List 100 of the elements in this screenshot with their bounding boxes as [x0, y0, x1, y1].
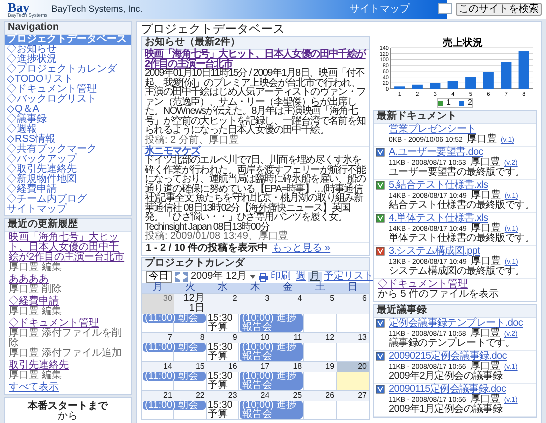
today-button[interactable]: 今日	[146, 271, 172, 283]
file-description: システム構成図の最終版です。	[389, 267, 526, 277]
file-link[interactable]: 20090215定例会議事録.doc	[389, 352, 534, 362]
caret-icon[interactable]	[250, 275, 256, 279]
view-tab[interactable]: 予定リスト	[322, 272, 376, 282]
day-number[interactable]: 4	[272, 294, 304, 314]
file-link[interactable]: 4.単体テスト仕様書.xls	[389, 214, 535, 224]
search-button[interactable]: このサイトを検索	[456, 3, 542, 16]
printer-icon[interactable]	[259, 272, 268, 282]
search-field[interactable]	[438, 3, 452, 14]
legend-label: 2	[468, 99, 472, 107]
event-bar[interactable]: (11:00) 朝会	[143, 401, 206, 410]
view-tab[interactable]: 月	[308, 272, 322, 282]
day-number[interactable]: 6	[336, 294, 369, 314]
file-link[interactable]: 3.システム構成図.ppt	[389, 247, 534, 257]
update-link[interactable]: ああああ	[9, 275, 127, 285]
day-number[interactable]: 2	[206, 294, 240, 314]
day-number[interactable]: 12月 1日	[174, 294, 207, 314]
sitemap-link[interactable]: サイトマップ	[350, 4, 410, 14]
day-number[interactable]: 16	[206, 362, 240, 372]
day-number[interactable]: 18	[272, 362, 304, 372]
show-all-link[interactable]: すべて表示	[9, 383, 127, 393]
day-number[interactable]: 10	[239, 333, 272, 343]
event-label[interactable]: 15:30 予算	[206, 343, 240, 361]
file-description: 議事録のテンプレートです。	[389, 339, 516, 349]
document-icon	[376, 352, 385, 361]
nav-link[interactable]: サイトマップ	[5, 205, 131, 215]
update-link[interactable]: 映画「海角七号」大ヒット、日本人女優の田中千絵が2作目の主演ー台北市	[9, 233, 127, 263]
day-number[interactable]: 26	[304, 391, 337, 401]
nav-link[interactable]: ◇プロジェクトカレンダ	[5, 65, 131, 75]
day-number[interactable]: 21	[142, 391, 174, 401]
nav-link[interactable]: ◇お知らせ	[5, 45, 131, 55]
countdown-text: から	[57, 412, 79, 422]
more-link[interactable]: もっと見る »	[272, 244, 331, 254]
nav-link[interactable]: ◇チーム内ブログ	[5, 195, 131, 205]
day-number[interactable]: 7	[142, 333, 174, 343]
nav-link[interactable]: ◇取引先連絡先	[5, 165, 131, 175]
today-cell[interactable]	[336, 372, 369, 390]
weekday-label: 日	[346, 283, 359, 293]
day-number[interactable]: 5	[304, 294, 337, 314]
update-link[interactable]: ◇ドキュメント管理	[9, 319, 127, 329]
event-bar[interactable]: (10:00) 進捗報告会	[240, 314, 304, 332]
previous-button[interactable]	[175, 272, 180, 282]
event-label[interactable]: 15:30 予算	[206, 401, 240, 419]
news-text: 2009年01月10日11時15分 / 2009年1月8日、映画「付不起、我愛[你]」のプレミア上映会が台北市で行われ、主演の田中千絵はじめ人気アーティストのヴァン・ファン（范逸臣）、サム・リー（李聖傑）らが出席した。NOWnewsが伝えた。8月年は主演映画「海角七号」が空前の大ヒットを記録し、一躍台湾で名前を知られるようになった日本人女優の田中千絵。	[145, 69, 366, 136]
file-link[interactable]: 5.結合テスト仕様書.xls	[389, 181, 535, 191]
day-number[interactable]: 23	[206, 391, 240, 401]
event-bar[interactable]: (10:00) 進捗報告会	[240, 372, 304, 390]
nav-link[interactable]: ◇経費申請	[5, 185, 131, 195]
day-number[interactable]: 19	[304, 362, 337, 372]
file-link[interactable]: A.ユーザー要望書.doc	[389, 148, 534, 158]
view-tab[interactable]: 週	[294, 272, 308, 282]
day-number[interactable]: 9	[206, 333, 240, 343]
event-bar[interactable]: (11:00) 朝会	[143, 372, 206, 381]
news-meta: 投稿: 2009/01/08 13:49、厚口豊	[145, 232, 290, 242]
day-number[interactable]: 15	[174, 362, 207, 372]
nav-link[interactable]: ◇議事録	[5, 115, 131, 125]
event-label[interactable]: 15:30 予算	[206, 314, 240, 332]
day-number[interactable]: 8	[174, 333, 207, 343]
nav-link[interactable]: ◇共有ブックマーク	[5, 145, 131, 155]
file-description: 結合テスト仕様書の最終版です。	[389, 201, 535, 211]
print-link[interactable]: 印刷	[271, 272, 292, 282]
day-number[interactable]: 17	[239, 362, 272, 372]
nav-link[interactable]: ◇RSS情報	[5, 135, 131, 145]
file-link[interactable]: 営業プレゼンシート	[389, 125, 534, 135]
logo-text: Bay	[8, 0, 30, 14]
nav-link[interactable]: ◇新規物件地図	[5, 175, 131, 185]
event-bar[interactable]: (10:00) 進捗報告会	[240, 343, 304, 361]
event-bar[interactable]: (11:00) 朝会	[143, 314, 206, 323]
document-manager-link[interactable]: ◇ドキュメント管理	[378, 280, 468, 290]
event-bar[interactable]: (10:00) 進捗報告会	[240, 401, 304, 419]
file-link[interactable]: 定例会議事録テンプレート.doc	[389, 319, 534, 329]
update-link[interactable]: ◇経費申請	[9, 297, 127, 307]
day-number[interactable]: 11	[272, 333, 304, 343]
event-bar[interactable]: (11:00) 朝会	[143, 343, 206, 352]
nav-link[interactable]: ◇Q＆A	[5, 105, 131, 115]
nav-link[interactable]: ◇進捗状況	[5, 55, 131, 65]
nav-link[interactable]: ◇ドキュメント管理	[5, 85, 131, 95]
nav-link[interactable]: プロジェクトデータベース	[5, 35, 131, 45]
file-author: 厚口豊	[466, 135, 497, 145]
next-button[interactable]	[183, 272, 188, 282]
news-title-link[interactable]: 映画「海角七号」大ヒット、日本人女優の田中千絵が2作目の主演ー台北市	[145, 50, 366, 69]
update-link[interactable]: 取引先連絡先	[9, 361, 127, 371]
day-number[interactable]: 14	[142, 362, 174, 372]
nav-link[interactable]: ◇バックログリスト	[5, 95, 131, 105]
day-number[interactable]: 22	[174, 391, 207, 401]
day-number[interactable]: 12	[304, 333, 337, 343]
nav-link[interactable]: ◇バックアップ	[5, 155, 131, 165]
day-number[interactable]: 3	[239, 294, 272, 314]
news-title-link[interactable]: 氷ニモマケズ	[145, 146, 366, 156]
day-number[interactable]: 25	[272, 391, 304, 401]
day-number[interactable]: 30	[142, 294, 174, 314]
day-number[interactable]: 20	[336, 362, 369, 372]
nav-link[interactable]: ◇TODOリスト	[5, 75, 131, 85]
day-number[interactable]: 24	[239, 391, 272, 401]
day-number[interactable]: 13	[336, 333, 369, 343]
event-label[interactable]: 15:30 予算	[206, 372, 240, 390]
nav-link[interactable]: ◇週報	[5, 125, 131, 135]
file-link[interactable]: 20090115定例会議事録.doc	[389, 385, 534, 395]
day-number[interactable]: 27	[336, 391, 369, 401]
